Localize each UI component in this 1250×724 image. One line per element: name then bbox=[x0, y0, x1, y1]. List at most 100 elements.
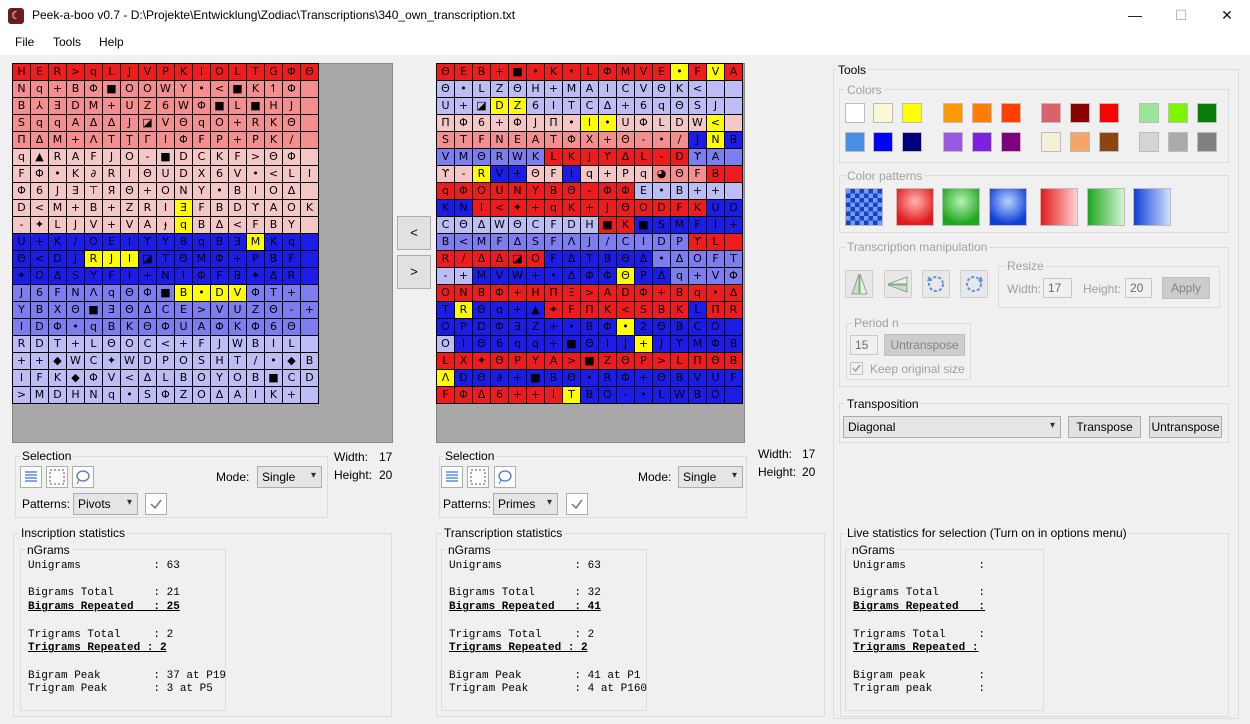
grid-cell[interactable]: O bbox=[437, 319, 455, 336]
grid-cell[interactable]: ⊤ bbox=[85, 183, 103, 200]
color-swatch[interactable] bbox=[1070, 132, 1090, 152]
grid-cell[interactable]: X bbox=[49, 302, 67, 319]
grid-cell[interactable]: ɟ bbox=[157, 217, 175, 234]
select-area-button[interactable] bbox=[46, 466, 68, 488]
grid-cell[interactable]: q bbox=[545, 200, 563, 217]
grid-cell[interactable]: B bbox=[67, 81, 85, 98]
grid-cell[interactable]: I bbox=[301, 166, 319, 183]
grid-cell[interactable]: q bbox=[491, 302, 509, 319]
grid-cell[interactable]: R bbox=[599, 370, 617, 387]
grid-cell[interactable]: O bbox=[211, 115, 229, 132]
grid-cell[interactable]: S bbox=[193, 353, 211, 370]
grid-cell[interactable]: I bbox=[707, 217, 725, 234]
grid-cell[interactable]: O bbox=[283, 200, 301, 217]
grid-cell[interactable]: F bbox=[31, 370, 49, 387]
grid-cell[interactable]: Θ bbox=[653, 319, 671, 336]
grid-cell[interactable]: G bbox=[265, 64, 283, 81]
grid-cell[interactable]: + bbox=[491, 64, 509, 81]
grid-cell[interactable]: Φ bbox=[283, 149, 301, 166]
grid-cell[interactable]: Θ bbox=[563, 183, 581, 200]
grid-cell[interactable]: S bbox=[527, 234, 545, 251]
grid-cell[interactable]: + bbox=[13, 353, 31, 370]
grid-cell[interactable]: D bbox=[491, 98, 509, 115]
color-swatch[interactable] bbox=[1168, 103, 1188, 123]
grid-cell[interactable]: F bbox=[491, 234, 509, 251]
stat-bigrams-repeated[interactable]: Bigrams Repeated : 41 bbox=[449, 601, 647, 615]
grid-cell[interactable]: Ο bbox=[31, 268, 49, 285]
grid-cell[interactable]: I bbox=[157, 132, 175, 149]
grid-cell[interactable]: - bbox=[437, 268, 455, 285]
grid-cell[interactable]: V bbox=[229, 285, 247, 302]
grid-cell[interactable]: B bbox=[193, 217, 211, 234]
grid-cell[interactable]: I bbox=[13, 319, 31, 336]
grid-cell[interactable]: Δ bbox=[31, 132, 49, 149]
grid-cell[interactable]: I bbox=[563, 166, 581, 183]
grid-cell[interactable]: L bbox=[707, 234, 725, 251]
grid-cell[interactable]: V bbox=[157, 115, 175, 132]
grid-cell[interactable] bbox=[301, 234, 319, 251]
grid-cell[interactable]: D bbox=[31, 336, 49, 353]
grid-cell[interactable]: ✦ bbox=[31, 217, 49, 234]
flip-horizontal-button[interactable] bbox=[845, 270, 873, 298]
grid-cell[interactable]: F bbox=[671, 200, 689, 217]
grid-cell[interactable]: Φ bbox=[13, 183, 31, 200]
menu-file[interactable]: File bbox=[15, 35, 34, 49]
grid-cell[interactable]: V bbox=[229, 166, 247, 183]
grid-cell[interactable]: M bbox=[473, 268, 491, 285]
transcription-grid[interactable]: Θ E B + ■ • K • L Φ M V E • F V A Θ • L Z Θ H + M A I C V Θ K < U + ◪ D Z 6 I T… bbox=[436, 63, 743, 404]
grid-cell[interactable]: + bbox=[545, 319, 563, 336]
grid-cell[interactable]: + bbox=[635, 370, 653, 387]
grid-cell[interactable] bbox=[725, 115, 743, 132]
grid-cell[interactable]: / bbox=[247, 353, 265, 370]
stat-bigrams-repeated[interactable]: Bigrams Repeated : bbox=[853, 601, 985, 615]
grid-cell[interactable]: D bbox=[211, 285, 229, 302]
grid-cell[interactable]: ◆ bbox=[67, 370, 85, 387]
grid-cell[interactable]: 6 bbox=[491, 336, 509, 353]
grid-cell[interactable]: F bbox=[689, 64, 707, 81]
select-freehand-button[interactable] bbox=[494, 466, 516, 488]
grid-cell[interactable]: + bbox=[67, 200, 85, 217]
grid-cell[interactable]: F bbox=[193, 132, 211, 149]
grid-cell[interactable]: T bbox=[437, 302, 455, 319]
grid-cell[interactable]: K bbox=[211, 149, 229, 166]
grid-cell[interactable]: V bbox=[85, 217, 103, 234]
grid-cell[interactable] bbox=[301, 336, 319, 353]
color-swatch[interactable] bbox=[1070, 103, 1090, 123]
grid-cell[interactable]: ■ bbox=[599, 217, 617, 234]
red-linear-button[interactable] bbox=[1040, 188, 1078, 226]
grid-cell[interactable]: L bbox=[473, 81, 491, 98]
grid-cell[interactable]: Ǝ bbox=[509, 319, 527, 336]
grid-cell[interactable]: B bbox=[725, 336, 743, 353]
grid-cell[interactable]: ■ bbox=[157, 285, 175, 302]
grid-cell[interactable]: • bbox=[581, 370, 599, 387]
grid-cell[interactable]: S bbox=[139, 387, 157, 404]
grid-cell[interactable]: D bbox=[617, 285, 635, 302]
grid-cell[interactable]: > bbox=[581, 285, 599, 302]
grid-cell[interactable] bbox=[301, 285, 319, 302]
grid-cell[interactable]: Δ bbox=[563, 251, 581, 268]
color-swatch[interactable] bbox=[1099, 132, 1119, 152]
grid-cell[interactable]: J bbox=[581, 234, 599, 251]
grid-cell[interactable]: B bbox=[175, 370, 193, 387]
grid-cell[interactable]: Δ bbox=[211, 217, 229, 234]
grid-cell[interactable]: I bbox=[635, 234, 653, 251]
grid-cell[interactable]: ∂ bbox=[491, 370, 509, 387]
period-untranspose-button[interactable]: Untranspose bbox=[884, 334, 965, 356]
grid-cell[interactable]: F bbox=[283, 251, 301, 268]
grid-cell[interactable] bbox=[301, 319, 319, 336]
grid-cell[interactable]: Φ bbox=[247, 319, 265, 336]
grid-cell[interactable]: Θ bbox=[121, 183, 139, 200]
grid-cell[interactable]: B bbox=[581, 319, 599, 336]
grid-cell[interactable]: ◪ bbox=[473, 98, 491, 115]
grid-cell[interactable]: ■ bbox=[265, 370, 283, 387]
grid-cell[interactable]: Θ bbox=[67, 302, 85, 319]
grid-cell[interactable]: W bbox=[229, 336, 247, 353]
grid-cell[interactable]: Π bbox=[437, 115, 455, 132]
grid-cell[interactable]: • bbox=[193, 285, 211, 302]
grid-cell[interactable]: F bbox=[193, 336, 211, 353]
grid-cell[interactable]: Φ bbox=[455, 115, 473, 132]
grid-cell[interactable]: Π bbox=[581, 302, 599, 319]
grid-cell[interactable]: B bbox=[671, 285, 689, 302]
grid-cell[interactable]: + bbox=[689, 183, 707, 200]
grid-cell[interactable]: M bbox=[193, 251, 211, 268]
